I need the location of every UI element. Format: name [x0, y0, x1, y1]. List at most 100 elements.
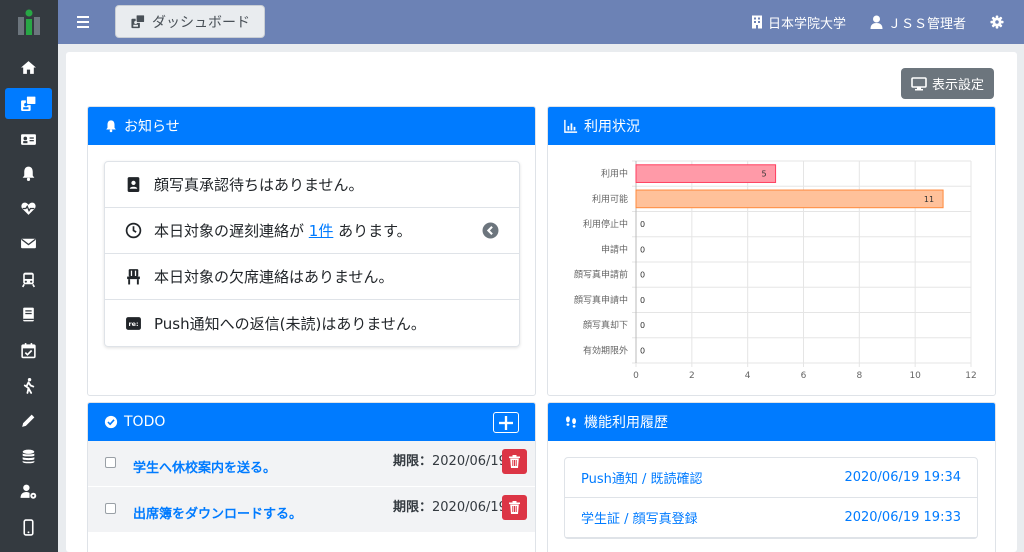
x-tick-label: 0	[633, 371, 639, 381]
data-label: 0	[640, 296, 645, 305]
usage-card: 利用状況 0 2 4 6 8 10 12 利用中 5 利用可能 11 利用停止中 0 申請中 0 顔写真申請前…	[547, 106, 996, 396]
x-tick-label: 12	[965, 371, 976, 381]
y-tick-label: 顔写真申請前	[574, 269, 628, 281]
user-menu[interactable]: ＪＳＳ管理者	[870, 0, 966, 44]
sidebar-item-user-settings[interactable]	[5, 476, 52, 507]
history-label: Push通知 / 既読確認	[581, 472, 703, 487]
bell-icon	[22, 166, 35, 181]
logo-icon	[18, 9, 40, 35]
chevron-left-circle-icon[interactable]	[482, 222, 499, 239]
delete-todo-button[interactable]	[502, 449, 527, 474]
display-settings-label: 表示設定	[931, 78, 984, 93]
sidebar-item-dashboard[interactable]	[5, 88, 52, 119]
y-tick-label: 顔写真却下	[583, 319, 628, 331]
notice-list: 顔写真承認待ちはありません。 本日対象の遅刻連絡が 1件 あります。 本日対象の…	[104, 161, 520, 347]
dashboard-button[interactable]: ダッシュボード	[115, 5, 265, 38]
sidebar-item-edit[interactable]	[5, 405, 52, 436]
display-settings-button[interactable]: 表示設定	[901, 68, 994, 99]
app-logo[interactable]	[0, 0, 58, 44]
trash-icon	[509, 455, 520, 468]
plus-icon	[499, 415, 513, 430]
sidebar-item-mobile[interactable]	[5, 512, 52, 543]
id-card-icon	[21, 95, 37, 111]
bar	[635, 189, 944, 209]
late-contact-count-link[interactable]: 1件	[309, 222, 334, 240]
hamburger-menu-icon[interactable]	[76, 12, 93, 32]
todo-card: TODO 学生へ休校案内を送る。 期限：2020/06/19 出席簿をダウンロー…	[87, 402, 536, 552]
todo-checkbox[interactable]	[105, 457, 116, 468]
clock-icon	[125, 222, 142, 239]
user-cog-icon	[20, 484, 37, 499]
history-label: 学生証 / 顔写真登録	[581, 512, 698, 527]
book-icon	[23, 307, 34, 322]
history-row[interactable]: 学生証 / 顔写真登録 2020/06/19 19:33	[565, 498, 977, 538]
gear-icon	[990, 15, 1004, 29]
sidebar-item-mail[interactable]	[5, 228, 52, 259]
notice-late-contact: 本日対象の遅刻連絡が 1件 あります。	[105, 208, 519, 254]
add-todo-button[interactable]	[493, 412, 519, 433]
sidebar-item-health[interactable]	[5, 193, 52, 224]
x-tick-label: 2	[689, 371, 695, 381]
sidebar-item-activity[interactable]	[5, 370, 52, 401]
footprints-icon	[566, 416, 576, 428]
notices-card: お知らせ 顔写真承認待ちはありません。 本日対象の遅刻連絡が 1件 あります。 …	[87, 106, 536, 396]
x-tick-label: 6	[801, 371, 807, 381]
bar-chart-icon	[564, 119, 578, 133]
notice-photo-approval: 顔写真承認待ちはありません。	[105, 162, 519, 208]
y-tick-label: 顔写真申請中	[574, 294, 628, 306]
history-list: Push通知 / 既読確認 2020/06/19 19:34 学生証 / 顔写真…	[564, 457, 978, 539]
sidebar-item-home[interactable]	[5, 52, 52, 83]
notices-card-header: お知らせ	[88, 107, 535, 145]
usage-bar-chart: 0 2 4 6 8 10 12 利用中 5 利用可能 11 利用停止中 0 申請中 0 顔写真申請前 0 顔写真申…	[574, 160, 977, 381]
notices-title: お知らせ	[124, 119, 180, 135]
history-title: 機能利用履歴	[584, 415, 668, 431]
todo-due: 期限：2020/06/19	[393, 500, 507, 515]
todo-card-header: TODO	[88, 403, 535, 441]
portrait-icon	[127, 177, 140, 192]
user-name: ＪＳＳ管理者	[888, 16, 967, 32]
x-tick-label: 8	[856, 371, 862, 381]
notice-text: 本日対象の欠席連絡はありません。	[154, 268, 394, 286]
address-card-icon	[21, 134, 36, 145]
sidebar-item-database[interactable]	[5, 441, 52, 472]
id-card-icon	[131, 14, 146, 29]
x-tick-label: 10	[909, 371, 921, 381]
usage-chart: 0 2 4 6 8 10 12 利用中 5 利用可能 11 利用停止中 0 申請中 0 顔写真申請前 0 顔写真申…	[548, 145, 995, 395]
school-menu[interactable]: 日本学院大学	[751, 0, 846, 44]
history-time: 2020/06/19 19:34	[844, 470, 961, 485]
sidebar-item-notifications[interactable]	[5, 158, 52, 189]
main-content: 表示設定 お知らせ 顔写真承認待ちはありません。 本日対象の遅刻連絡が 1件 あ…	[66, 52, 1017, 552]
sidebar-item-train[interactable]	[5, 264, 52, 295]
sidebar-item-book[interactable]	[5, 299, 52, 330]
user-icon	[870, 15, 883, 29]
history-row[interactable]: Push通知 / 既読確認 2020/06/19 19:34	[565, 458, 977, 498]
todo-task-link[interactable]: 学生へ休校案内を送る。	[133, 457, 276, 476]
train-icon	[21, 272, 36, 288]
home-icon	[21, 61, 36, 74]
walking-icon	[23, 377, 35, 394]
top-header: ダッシュボード 日本学院大学 ＪＳＳ管理者	[58, 0, 1024, 44]
data-label: 0	[640, 271, 645, 280]
notice-text: 顔写真承認待ちはありません。	[154, 176, 364, 194]
data-label: 0	[640, 245, 645, 254]
settings-button[interactable]	[990, 0, 1004, 44]
todo-title: TODO	[124, 414, 166, 430]
mobile-icon	[23, 519, 34, 536]
sidebar-item-student-card[interactable]	[5, 124, 52, 155]
trash-icon	[509, 501, 520, 514]
data-label: 0	[640, 220, 645, 229]
todo-task-link[interactable]: 出席簿をダウンロードする。	[133, 503, 302, 522]
todo-row: 出席簿をダウンロードする。 期限：2020/06/19	[88, 487, 535, 533]
y-tick-label: 有効期限外	[583, 344, 628, 356]
y-tick-label: 利用停止中	[583, 218, 628, 230]
history-card: 機能利用履歴 Push通知 / 既読確認 2020/06/19 19:34 学生…	[547, 402, 996, 552]
heartbeat-icon	[21, 202, 36, 215]
bar	[635, 164, 777, 183]
todo-checkbox[interactable]	[105, 503, 116, 514]
y-tick-label: 利用中	[601, 168, 628, 180]
school-name: 日本学院大学	[768, 16, 847, 32]
building-icon	[752, 15, 762, 29]
delete-todo-button[interactable]	[502, 495, 527, 520]
sidebar-item-attendance[interactable]	[5, 335, 52, 366]
todo-due: 期限：2020/06/19	[393, 454, 507, 469]
